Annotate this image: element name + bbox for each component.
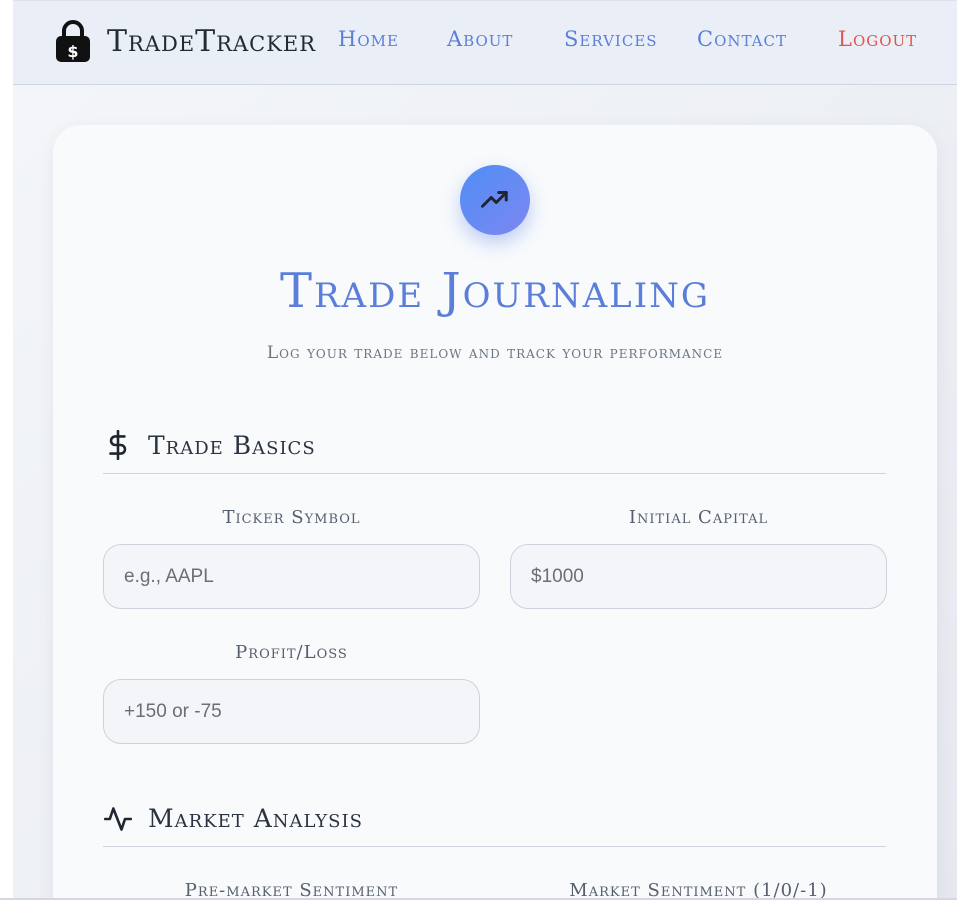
section-market-analysis: Market Analysis [103,791,886,847]
nav-link-logout[interactable]: Logout [838,27,917,51]
profit-loss-input[interactable] [103,679,480,744]
nav-link-about[interactable]: About [447,27,513,51]
premarket-sentiment-label: Pre-market Sentiment [184,880,399,898]
hero-badge [460,165,530,235]
page: $ TradeTracker Home About Services Conta… [13,0,957,898]
ticker-symbol-label: Ticker Symbol [222,507,361,528]
trending-up-icon [481,191,508,208]
ticker-symbol-input[interactable] [103,544,480,609]
section-trade-basics: Trade Basics [103,417,886,474]
section-title: Trade Basics [148,430,316,460]
market-sentiment-label: Market Sentiment (1/0/-1) [569,880,828,898]
activity-icon [103,804,133,834]
profit-loss-label: Profit/Loss [235,642,348,663]
navbar: $ TradeTracker Home About Services Conta… [13,0,957,85]
nav-link-contact[interactable]: Contact [697,27,787,51]
brand-name: TradeTracker [107,23,317,59]
svg-text:$: $ [67,42,78,61]
page-subtitle: Log your trade below and track your perf… [266,343,724,363]
initial-capital-label: Initial Capital [628,507,769,528]
lock-dollar-icon: $ [56,20,90,62]
section-title: Market Analysis [148,804,363,833]
dollar-icon [103,430,133,460]
nav-link-home[interactable]: Home [338,27,399,51]
page-title: Trade Journaling [279,263,711,319]
brand[interactable]: $ TradeTracker [54,19,316,63]
initial-capital-input[interactable] [510,544,887,609]
trade-journal-card: Trade Journaling Log your trade below an… [53,125,937,898]
nav-link-services[interactable]: Services [564,27,658,51]
